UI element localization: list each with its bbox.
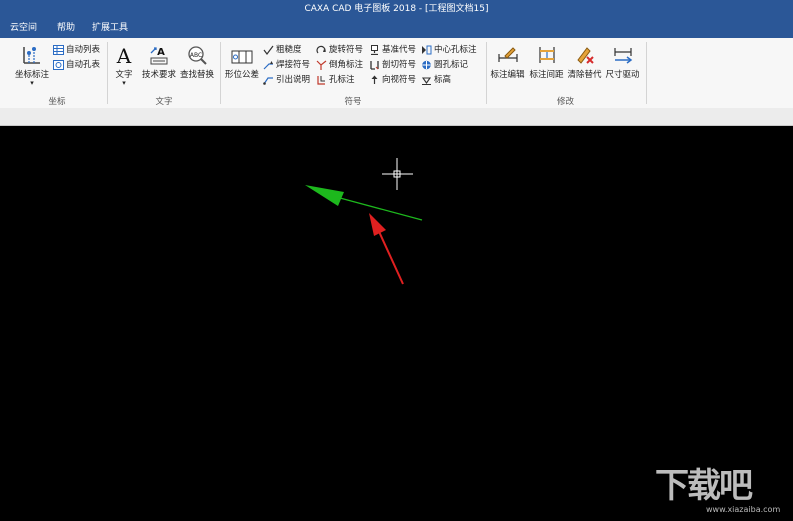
- text-button[interactable]: A 文字 ▾: [112, 44, 136, 87]
- dimension-edit-icon: [497, 47, 518, 62]
- tech-req-button[interactable]: A 技术要求: [140, 44, 178, 80]
- elevation-icon: [421, 76, 432, 85]
- clear-override-icon: [576, 47, 594, 64]
- table-icon: [53, 44, 64, 55]
- cut-symbol-button[interactable]: 剖切符号: [369, 58, 416, 72]
- center-hole-button[interactable]: 中心孔标注: [421, 43, 477, 57]
- roughness-icon: [263, 45, 274, 55]
- leader-button[interactable]: 引出说明: [263, 73, 310, 87]
- weld-label: 焊接符号: [276, 60, 311, 70]
- coordinate-dimension-icon: [23, 47, 40, 64]
- roughness-button[interactable]: 粗糙度: [263, 43, 302, 57]
- cut-symbol-label: 剖切符号: [382, 60, 417, 70]
- rotate-symbol-label: 旋转符号: [329, 45, 364, 55]
- dropdown-arrow-icon: ▾: [122, 79, 126, 87]
- size-drive-button[interactable]: 尺寸驱动: [604, 44, 641, 80]
- hole-table-icon: [53, 59, 64, 70]
- dim-spacing-button[interactable]: 标注间距: [528, 44, 565, 80]
- group-divider: [107, 42, 108, 104]
- svg-text:ABC: ABC: [190, 52, 202, 59]
- hole-mark-button[interactable]: 孔标注: [316, 73, 355, 87]
- form-tol-label: 形位公差: [224, 70, 259, 80]
- svg-text:A: A: [116, 44, 132, 66]
- annotation-arrow-head: [369, 213, 386, 236]
- dimension-spacing-icon: [538, 47, 555, 63]
- menu-help[interactable]: 帮助: [57, 18, 75, 38]
- modify-group-label: 修改: [556, 97, 574, 107]
- watermark-logo: 下载吧: [655, 466, 753, 506]
- find-replace-label: 查找替换: [179, 70, 214, 80]
- hole-mark-label: 孔标注: [329, 75, 355, 85]
- rotate-symbol-button[interactable]: 旋转符号: [316, 43, 363, 57]
- auto-list-button[interactable]: 自动列表: [53, 43, 100, 57]
- view-direction-icon: [371, 75, 378, 84]
- weld-icon: [263, 60, 273, 69]
- circle-mark-icon: [422, 60, 431, 69]
- size-drive-icon: [613, 48, 632, 64]
- leader-line: [339, 197, 423, 221]
- symbol-group-label: 符号: [344, 97, 362, 107]
- letter-a-icon: A: [116, 44, 132, 66]
- auto-list-label: 自动列表: [66, 45, 101, 55]
- datum-icon: [371, 44, 378, 55]
- title-bar: CAXA CAD 电子图板 2018 - [工程图文档15]: [0, 0, 793, 18]
- elevation-button[interactable]: 标高: [421, 73, 451, 87]
- group-divider: [220, 42, 221, 104]
- center-hole-icon: [422, 45, 432, 54]
- center-hole-label: 中心孔标注: [434, 45, 477, 55]
- ribbon: 坐标标注 ▾ 自动列表 自动孔表 坐标 A 文字 ▾ A 技术要求 ABC 查找…: [0, 38, 793, 109]
- window-title: CAXA CAD 电子图板 2018 - [工程图文档15]: [304, 4, 489, 14]
- text-group-label: 文字: [155, 97, 173, 107]
- ribbon-bottom-bar: [0, 108, 793, 126]
- auto-hole-label: 自动孔表: [66, 60, 101, 70]
- clear-replace-label: 清除替代: [567, 70, 602, 80]
- tech-req-label: 技术要求: [141, 70, 176, 80]
- view-direction-label: 向视符号: [382, 75, 417, 85]
- menu-bar: 云空间 帮助 扩展工具: [0, 18, 793, 38]
- menu-cloud-space[interactable]: 云空间: [10, 18, 37, 38]
- circle-mark-button[interactable]: 圆孔标记: [421, 58, 468, 72]
- size-drive-label: 尺寸驱动: [605, 70, 640, 80]
- group-divider: [646, 42, 647, 104]
- watermark-url: www.xiazaiba.com: [706, 505, 781, 514]
- svg-text:A: A: [157, 47, 165, 58]
- annotation-arrow-shaft: [375, 224, 404, 285]
- dim-spacing-label: 标注间距: [529, 70, 564, 80]
- dim-edit-button[interactable]: 标注编辑: [489, 44, 526, 80]
- group-divider: [486, 42, 487, 104]
- hole-mark-icon: [317, 75, 325, 85]
- coord-mark-button[interactable]: 坐标标注 ▾: [12, 44, 52, 87]
- leader-label: 引出说明: [276, 75, 311, 85]
- coord-group-label: 坐标: [48, 97, 66, 107]
- cut-symbol-icon: [370, 60, 379, 70]
- weld-button[interactable]: 焊接符号: [263, 58, 310, 72]
- chamfer-label: 倒角标注: [329, 60, 364, 70]
- chamfer-button[interactable]: 倒角标注: [316, 58, 363, 72]
- elevation-label: 标高: [434, 75, 452, 85]
- roughness-label: 粗糙度: [276, 45, 302, 55]
- leader-icon: [263, 76, 273, 85]
- form-tol-button[interactable]: 形位公差: [223, 48, 261, 80]
- find-replace-icon: ABC: [188, 46, 207, 65]
- crosshair-cursor-icon: [382, 158, 413, 190]
- find-replace-button[interactable]: ABC 查找替换: [179, 44, 215, 80]
- clear-replace-button[interactable]: 清除替代: [566, 44, 603, 80]
- chamfer-icon: [316, 60, 327, 70]
- dropdown-arrow-icon: ▾: [30, 79, 34, 87]
- dim-edit-label: 标注编辑: [490, 70, 525, 80]
- menu-extension-tools[interactable]: 扩展工具: [92, 18, 128, 38]
- circle-mark-label: 圆孔标记: [434, 60, 469, 70]
- auto-hole-button[interactable]: 自动孔表: [53, 58, 100, 72]
- rotate-symbol-icon: [316, 45, 326, 53]
- datum-button[interactable]: 基准代号: [369, 43, 416, 57]
- form-tolerance-icon: [231, 50, 253, 64]
- datum-label: 基准代号: [382, 45, 417, 55]
- view-direction-button[interactable]: 向视符号: [369, 73, 416, 87]
- leader-arrowhead: [305, 185, 344, 206]
- technical-requirement-icon: A: [150, 47, 168, 65]
